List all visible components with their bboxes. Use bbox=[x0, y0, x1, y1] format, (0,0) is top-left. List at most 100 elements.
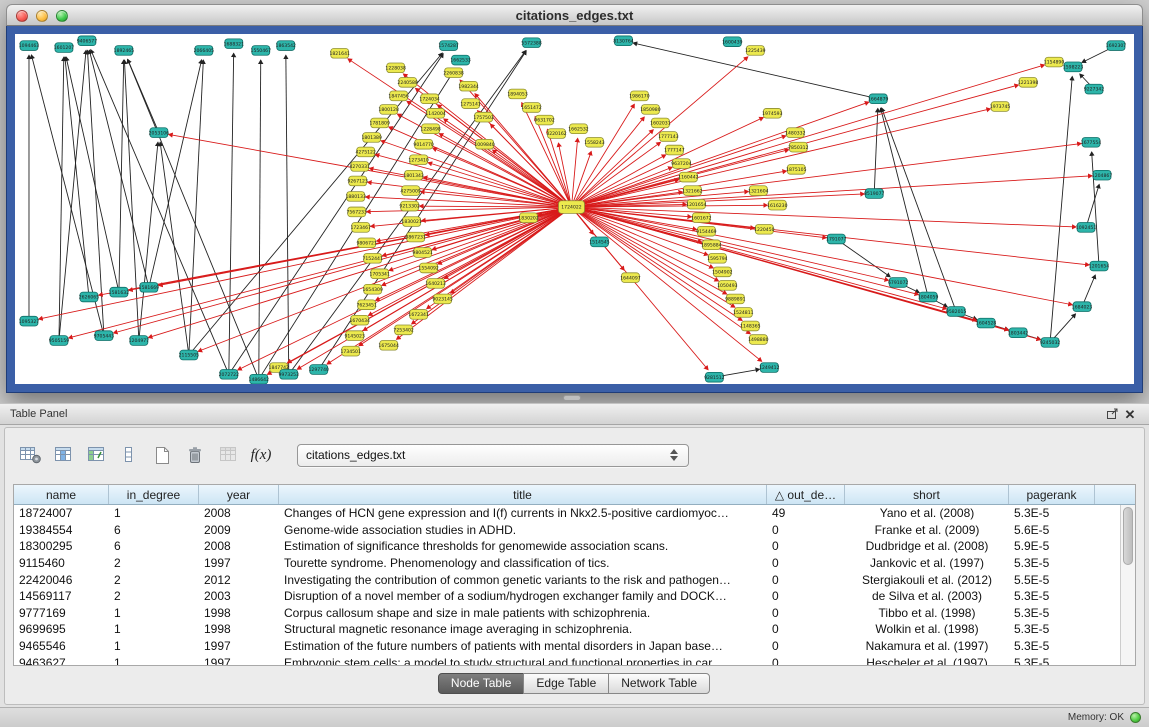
graph-node[interactable]: 1504902 bbox=[712, 267, 733, 277]
graph-node[interactable]: 1273410 bbox=[408, 155, 429, 165]
graph-node[interactable]: 9973253 bbox=[279, 369, 300, 379]
graph-node[interactable]: 9014770 bbox=[413, 139, 434, 149]
graph-node[interactable]: 1092451 bbox=[1076, 223, 1097, 233]
graph-node[interactable]: 1850980 bbox=[640, 105, 661, 115]
graph-node[interactable]: 1670434 bbox=[349, 315, 370, 325]
graph-node[interactable]: 1604528 bbox=[976, 318, 997, 328]
graph-node[interactable]: 1830021 bbox=[401, 217, 422, 227]
zoom-button[interactable] bbox=[56, 10, 68, 22]
graph-node[interactable]: 9023145 bbox=[432, 294, 453, 304]
table-row[interactable]: 911546021997Tourette syndrome. Phenomeno… bbox=[14, 555, 1120, 572]
graph-node[interactable]: 2066405 bbox=[194, 46, 215, 56]
graph-node[interactable]: 1581669 bbox=[139, 282, 160, 292]
graph-node[interactable]: 9213302 bbox=[399, 201, 420, 211]
graph-node[interactable]: 1675044 bbox=[378, 340, 399, 350]
splitter-handle[interactable] bbox=[563, 395, 581, 401]
citation-edge-red[interactable] bbox=[198, 207, 571, 351]
graph-node[interactable]: 1154890 bbox=[1044, 57, 1065, 67]
graph-node[interactable]: 1095327 bbox=[19, 316, 40, 326]
graph-node[interactable]: 1847456 bbox=[388, 91, 409, 101]
citation-edge[interactable] bbox=[128, 59, 259, 379]
graph-node[interactable]: 1480332 bbox=[785, 128, 806, 138]
graph-node[interactable]: 1142004 bbox=[425, 108, 446, 118]
graph-node[interactable]: 1574287 bbox=[438, 41, 459, 51]
tab-node-table[interactable]: Node Table bbox=[438, 673, 525, 694]
graph-node[interactable]: 1863542 bbox=[276, 41, 297, 51]
graph-node[interactable]: 8130764 bbox=[613, 36, 634, 46]
graph-node[interactable]: 1221398 bbox=[1018, 78, 1039, 88]
graph-node[interactable]: 1558243 bbox=[584, 137, 605, 147]
row-height-button[interactable] bbox=[116, 442, 142, 468]
table-row[interactable]: 969969511998Structural magnetic resonanc… bbox=[14, 621, 1120, 638]
table-row[interactable]: 946362711997Embryonic stem cells: a mode… bbox=[14, 654, 1120, 665]
citation-edge-red[interactable] bbox=[572, 102, 869, 207]
citation-edge-red[interactable] bbox=[572, 104, 635, 207]
network-canvas[interactable]: 1724022122803822405881847456180012817818… bbox=[15, 34, 1134, 384]
graph-node[interactable]: 1723467 bbox=[350, 223, 371, 233]
graph-node[interactable]: 1498880 bbox=[748, 335, 769, 345]
graph-node[interactable]: 2115505 bbox=[179, 350, 200, 360]
graph-node[interactable]: 1581632 bbox=[109, 287, 130, 297]
table-row[interactable]: 977716911998Corpus callosum shape and si… bbox=[14, 605, 1120, 622]
citation-edge-red[interactable] bbox=[572, 109, 991, 207]
graph-node[interactable]: 1973745 bbox=[990, 102, 1011, 112]
citation-edge-red[interactable] bbox=[572, 65, 1045, 207]
show-columns-button[interactable] bbox=[50, 442, 76, 468]
graph-node[interactable]: 1602031 bbox=[650, 118, 671, 128]
citation-edge-red[interactable] bbox=[572, 138, 578, 207]
graph-node[interactable]: 1601207 bbox=[54, 43, 75, 53]
graph-node[interactable]: 3220162 bbox=[546, 129, 567, 139]
table-mode-button[interactable] bbox=[17, 442, 43, 468]
citation-edge[interactable] bbox=[286, 55, 289, 374]
graph-node[interactable]: 1204867 bbox=[1092, 170, 1113, 180]
graph-node[interactable]: 1974593 bbox=[762, 108, 783, 118]
window-titlebar[interactable]: citations_edges.txt bbox=[6, 4, 1143, 26]
graph-node[interactable]: 1705341 bbox=[369, 269, 390, 279]
graph-node[interactable]: 9582015 bbox=[946, 307, 967, 317]
graph-node[interactable]: 1204977 bbox=[129, 336, 150, 346]
graph-node[interactable]: 1777147 bbox=[664, 145, 685, 155]
citation-edge[interactable] bbox=[229, 53, 234, 374]
graph-node[interactable]: 9889891 bbox=[725, 294, 746, 304]
table-row[interactable]: 1872400712008Changes of HCN gene express… bbox=[14, 505, 1120, 522]
memory-status-icon[interactable] bbox=[1130, 712, 1141, 723]
citation-edge[interactable] bbox=[874, 108, 878, 193]
graph-node[interactable]: 1892465 bbox=[114, 46, 135, 56]
graph-node[interactable]: 9406577 bbox=[77, 36, 98, 46]
graph-node[interactable]: 5572388 bbox=[521, 38, 542, 48]
table-scrollbar[interactable] bbox=[1120, 505, 1135, 665]
citation-edge[interactable] bbox=[91, 50, 229, 375]
graph-node[interactable]: 9281512 bbox=[704, 372, 725, 382]
citation-edge[interactable] bbox=[836, 239, 890, 277]
graph-node[interactable]: 1160442 bbox=[678, 172, 699, 182]
column-header-5[interactable]: short bbox=[845, 485, 1009, 504]
new-file-button[interactable] bbox=[149, 442, 175, 468]
graph-node[interactable]: 7152441 bbox=[362, 253, 383, 263]
graph-node[interactable]: 1692307 bbox=[1106, 41, 1127, 51]
column-header-0[interactable]: name bbox=[14, 485, 109, 504]
citation-edge[interactable] bbox=[89, 50, 149, 287]
citation-edge-red[interactable] bbox=[367, 207, 572, 212]
citation-edge-red[interactable] bbox=[558, 143, 571, 207]
table-row[interactable]: 1938455462009Genome-wide association stu… bbox=[14, 522, 1120, 539]
minimize-button[interactable] bbox=[36, 10, 48, 22]
graph-node[interactable]: 1598223 bbox=[1063, 62, 1084, 72]
graph-node[interactable]: 9631702 bbox=[534, 115, 555, 125]
graph-node[interactable]: 1601672 bbox=[691, 213, 712, 223]
column-header-6[interactable]: pagerank bbox=[1009, 485, 1095, 504]
column-header-2[interactable]: year bbox=[199, 485, 279, 504]
graph-node[interactable]: 1275141 bbox=[460, 99, 481, 109]
graph-node[interactable]: 1201654 bbox=[686, 199, 707, 209]
column-header-3[interactable]: title bbox=[279, 485, 767, 504]
graph-node[interactable]: 1225439 bbox=[745, 46, 766, 56]
graph-node[interactable]: 2626065 bbox=[79, 292, 100, 302]
graph-node[interactable]: 1801343 bbox=[403, 170, 424, 180]
graph-node[interactable]: 2260838 bbox=[443, 68, 464, 78]
graph-node[interactable]: 1595794 bbox=[707, 253, 728, 263]
graph-node[interactable]: 1094463 bbox=[19, 41, 40, 51]
graph-node[interactable]: 1228038 bbox=[385, 63, 406, 73]
graph-node[interactable]: 7623451 bbox=[356, 300, 377, 310]
graph-node[interactable]: 1894053 bbox=[507, 89, 528, 99]
graph-node[interactable]: 1757503 bbox=[473, 112, 494, 122]
graph-node[interactable]: 1801389 bbox=[361, 133, 382, 143]
